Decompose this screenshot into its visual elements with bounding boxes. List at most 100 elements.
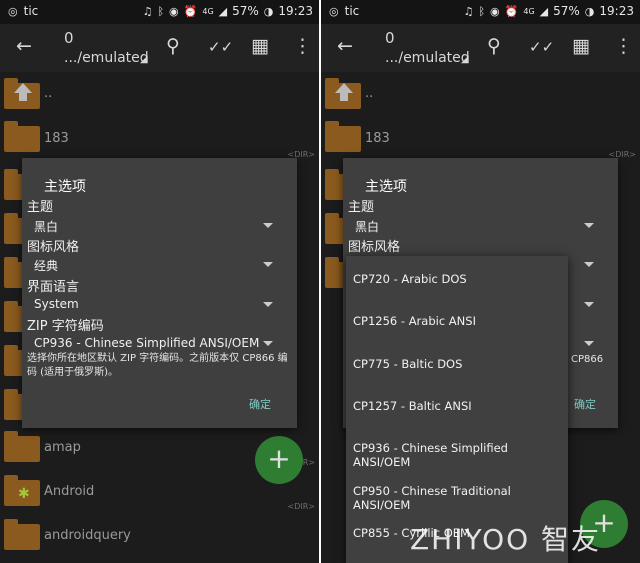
list-item[interactable]: androidquery <box>0 518 319 562</box>
status-bar: ◎ tic ♫ ᛒ ◉ ⏰ 4G ◢ 57% ◑ 19:23 <box>321 0 640 24</box>
folder-icon <box>4 431 40 462</box>
chevron-down-icon[interactable] <box>584 262 594 267</box>
signal-icon: ◢ <box>218 4 228 18</box>
add-fab-button[interactable]: + <box>255 436 303 484</box>
chevron-down-icon[interactable] <box>263 223 273 228</box>
file-name: androidquery <box>44 528 131 543</box>
theme-spinner[interactable]: 黑白 <box>34 218 58 235</box>
battery-icon: ◑ <box>584 4 595 18</box>
headphone-icon: ♫ <box>142 4 153 18</box>
folder-icon: ✱ <box>4 475 40 506</box>
list-item[interactable]: 183 <DIR> <box>321 116 640 160</box>
dialog-title: 主选项 <box>44 179 86 195</box>
app-notification-icon: ◎ <box>329 4 339 18</box>
main-options-dialog: 主选项 主题 黑白 图标风格 经典 界面语言 System ZIP 字符编码 C… <box>22 158 297 428</box>
chevron-down-icon[interactable] <box>584 302 594 307</box>
grid-view-icon[interactable]: ▦ <box>251 35 269 57</box>
file-name: 183 <box>44 131 69 146</box>
encoding-option[interactable]: CP936 - Chinese Simplified ANSI/OEM <box>353 441 568 469</box>
list-item-parent[interactable]: .. <box>0 72 319 116</box>
battery-percent: 57% <box>232 4 259 18</box>
select-check-icon[interactable]: ✓✓ <box>208 38 233 56</box>
network-type: 4G <box>523 6 535 16</box>
zip-encoding-dropdown: CP720 - Arabic DOS CP1256 - Arabic ANSI … <box>346 256 568 563</box>
toolbar: ← 0 .../emulated ◢ ⚲ ✓✓ ▦ ⋮ <box>0 24 319 72</box>
battery-icon: ◑ <box>263 4 274 18</box>
chevron-down-icon[interactable] <box>263 262 273 267</box>
alarm-icon: ⏰ <box>183 4 198 18</box>
toolbar: ← 0 .../emulated ◢ ⚲ ✓✓ ▦ ⋮ <box>321 24 640 72</box>
encoding-option[interactable]: CP720 - Arabic DOS <box>353 272 467 286</box>
alarm-icon: ⏰ <box>504 4 519 18</box>
ok-button[interactable]: 确定 <box>249 396 271 412</box>
path-dropdown-icon[interactable]: ◢ <box>140 54 148 65</box>
carrier-name: tic <box>23 4 39 18</box>
current-path[interactable]: .../emulated <box>385 50 470 66</box>
clock: 19:23 <box>278 4 313 18</box>
folder-icon <box>4 121 40 152</box>
carrier-name: tic <box>344 4 360 18</box>
dialog-title: 主选项 <box>365 179 407 195</box>
icon-style-spinner[interactable]: 经典 <box>34 257 58 274</box>
right-screen: ◎ tic ♫ ᛒ ◉ ⏰ 4G ◢ 57% ◑ 19:23 ← 0 .../e… <box>321 0 640 563</box>
select-check-icon[interactable]: ✓✓ <box>529 38 554 56</box>
status-bar: ◎ tic ♫ ᛒ ◉ ⏰ 4G ◢ 57% ◑ 19:23 <box>0 0 319 24</box>
language-spinner[interactable]: System <box>34 297 79 311</box>
app-notification-icon: ◎ <box>8 4 18 18</box>
file-name: amap <box>44 440 81 455</box>
search-icon[interactable]: ⚲ <box>166 35 180 57</box>
list-item-parent[interactable]: .. <box>321 72 640 116</box>
selection-count: 0 <box>385 29 395 47</box>
theme-label: 主题 <box>348 200 375 215</box>
encoding-option[interactable]: CP775 - Baltic DOS <box>353 357 462 371</box>
current-path[interactable]: .../emulated <box>64 50 149 66</box>
signal-icon: ◢ <box>539 4 549 18</box>
dir-tag: <DIR> <box>287 502 315 511</box>
theme-label: 主题 <box>27 200 54 215</box>
folder-icon <box>4 519 40 550</box>
bluetooth-icon: ᛒ <box>478 4 486 18</box>
battery-percent: 57% <box>553 4 580 18</box>
grid-view-icon[interactable]: ▦ <box>572 35 590 57</box>
overflow-menu-icon[interactable]: ⋮ <box>614 35 633 57</box>
bluetooth-icon: ᛒ <box>157 4 165 18</box>
chevron-down-icon[interactable] <box>584 341 594 346</box>
network-type: 4G <box>202 6 214 16</box>
overflow-menu-icon[interactable]: ⋮ <box>293 35 312 57</box>
encoding-option[interactable]: CP950 - Chinese Traditional ANSI/OEM <box>353 484 568 512</box>
chevron-down-icon[interactable] <box>263 302 273 307</box>
file-name: 183 <box>365 131 390 146</box>
sync-icon: ◉ <box>490 4 500 18</box>
sync-icon: ◉ <box>169 4 179 18</box>
headphone-icon: ♫ <box>463 4 474 18</box>
android-icon: ✱ <box>18 486 30 502</box>
path-dropdown-icon[interactable]: ◢ <box>461 54 469 65</box>
encoding-option[interactable]: CP1256 - Arabic ANSI <box>353 314 476 328</box>
clock: 19:23 <box>599 4 634 18</box>
back-arrow-icon[interactable]: ← <box>16 35 32 57</box>
theme-spinner[interactable]: 黑白 <box>355 218 379 235</box>
zip-encoding-description: 选择你所在地区默认 ZIP 字符编码。之前版本仅 CP866 编码 (适用于俄罗… <box>27 353 288 378</box>
folder-up-icon <box>325 78 361 109</box>
folder-up-icon <box>4 78 40 109</box>
left-screen: ◎ tic ♫ ᛒ ◉ ⏰ 4G ◢ 57% ◑ 19:23 ← 0 .../e… <box>0 0 319 563</box>
watermark: ZHIYOO 智友 <box>410 523 602 556</box>
file-name: .. <box>365 86 374 101</box>
zip-encoding-label: ZIP 字符编码 <box>27 319 104 334</box>
language-label: 界面语言 <box>27 280 80 295</box>
icon-style-label: 图标风格 <box>348 240 401 255</box>
search-icon[interactable]: ⚲ <box>487 35 501 57</box>
description-partial: CP866 <box>571 354 604 365</box>
chevron-down-icon[interactable] <box>584 223 594 228</box>
back-arrow-icon[interactable]: ← <box>337 35 353 57</box>
file-name: .. <box>44 86 53 101</box>
zip-encoding-spinner[interactable]: CP936 - Chinese Simplified ANSI/OEM <box>34 336 259 350</box>
folder-icon <box>325 121 361 152</box>
file-name: Android <box>44 484 95 499</box>
chevron-down-icon[interactable] <box>263 341 273 346</box>
ok-button[interactable]: 确定 <box>574 396 596 412</box>
icon-style-label: 图标风格 <box>27 240 80 255</box>
selection-count: 0 <box>64 29 74 47</box>
list-item[interactable]: 183 <DIR> <box>0 116 319 160</box>
encoding-option[interactable]: CP1257 - Baltic ANSI <box>353 399 472 413</box>
